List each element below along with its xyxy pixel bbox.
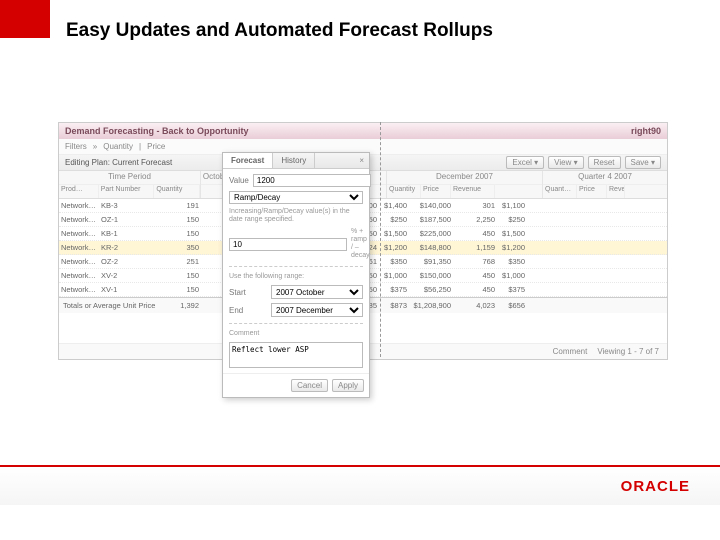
end-select[interactable]: 2007 December: [271, 303, 363, 317]
totals-p2: $873: [379, 301, 409, 310]
col-quantity-2[interactable]: Quantity: [387, 185, 421, 198]
filter-quantity[interactable]: Quantity: [103, 142, 133, 151]
range-label: Use the following range:: [229, 273, 363, 281]
slide-footer: ORACLE: [0, 465, 720, 505]
view-button[interactable]: View ▾: [548, 156, 583, 169]
tab-forecast[interactable]: Forecast: [223, 153, 273, 168]
brand-logo: right90: [631, 126, 661, 136]
col-quantity[interactable]: Quantity: [154, 185, 200, 198]
percent-input[interactable]: [229, 238, 347, 251]
back-link[interactable]: Back to Opportunity: [162, 126, 249, 136]
app-name: Demand Forecasting: [65, 126, 154, 136]
separator: |: [139, 142, 141, 151]
mode-hint: Increasing/Ramp/Decay value(s) in the da…: [229, 208, 363, 224]
viewing-label: Viewing 1 - 7 of 7: [597, 347, 659, 356]
popup-tabs: Forecast History ×: [223, 153, 369, 169]
start-select[interactable]: 2007 October: [271, 285, 363, 299]
close-icon[interactable]: ×: [354, 153, 369, 168]
totals-qty: 1,392: [155, 301, 201, 310]
red-accent-block: [0, 0, 50, 38]
cancel-button[interactable]: Cancel: [291, 379, 328, 392]
totals-r2: $1,208,900: [409, 301, 453, 310]
end-label: End: [229, 306, 267, 315]
percent-label: % + ramp / – decay: [351, 228, 370, 260]
save-button[interactable]: Save ▾: [625, 156, 661, 169]
value-input[interactable]: [253, 174, 371, 187]
oracle-logo: ORACLE: [621, 478, 690, 495]
period-4: Quarter 4 2007: [543, 171, 667, 185]
apply-button[interactable]: Apply: [332, 379, 364, 392]
comment-link[interactable]: Comment: [553, 347, 588, 356]
col-revenue-2[interactable]: Revenue: [451, 185, 495, 198]
filter-price[interactable]: Price: [147, 142, 165, 151]
slide-title: Easy Updates and Automated Forecast Roll…: [66, 20, 493, 42]
reset-button[interactable]: Reset: [588, 156, 621, 169]
comment-label: Comment: [229, 330, 363, 338]
col-price-2[interactable]: Price: [421, 185, 451, 198]
totals-p3: $656: [497, 301, 527, 310]
col-part[interactable]: Part Number: [99, 185, 155, 198]
forecast-popup: Forecast History × Value Ramp/Decay Incr…: [222, 152, 370, 398]
vertical-guide-line: [380, 122, 381, 357]
start-label: Start: [229, 288, 267, 297]
tab-history[interactable]: History: [273, 153, 315, 168]
totals-label: Totals or Average Unit Price: [59, 301, 155, 310]
app-header: Demand Forecasting - Back to Opportunity…: [59, 123, 667, 139]
excel-button[interactable]: Excel ▾: [506, 156, 544, 169]
mode-select[interactable]: Ramp/Decay: [229, 191, 363, 204]
col-product[interactable]: Prod…: [59, 185, 99, 198]
col-rev-3[interactable]: Revenue: [607, 185, 625, 198]
filters-expand-icon[interactable]: »: [93, 142, 97, 151]
editing-plan-label: Editing Plan: Current Forecast: [65, 158, 172, 167]
value-label: Value: [229, 176, 249, 185]
totals-q3: 4,023: [463, 301, 497, 310]
col-quant-3[interactable]: Quant…: [543, 185, 577, 198]
col-price-3[interactable]: Price: [577, 185, 607, 198]
period-left: Time Period: [59, 171, 200, 185]
period-3: December 2007: [387, 171, 542, 185]
filters-label: Filters: [65, 142, 87, 151]
comment-textarea[interactable]: [229, 342, 363, 368]
